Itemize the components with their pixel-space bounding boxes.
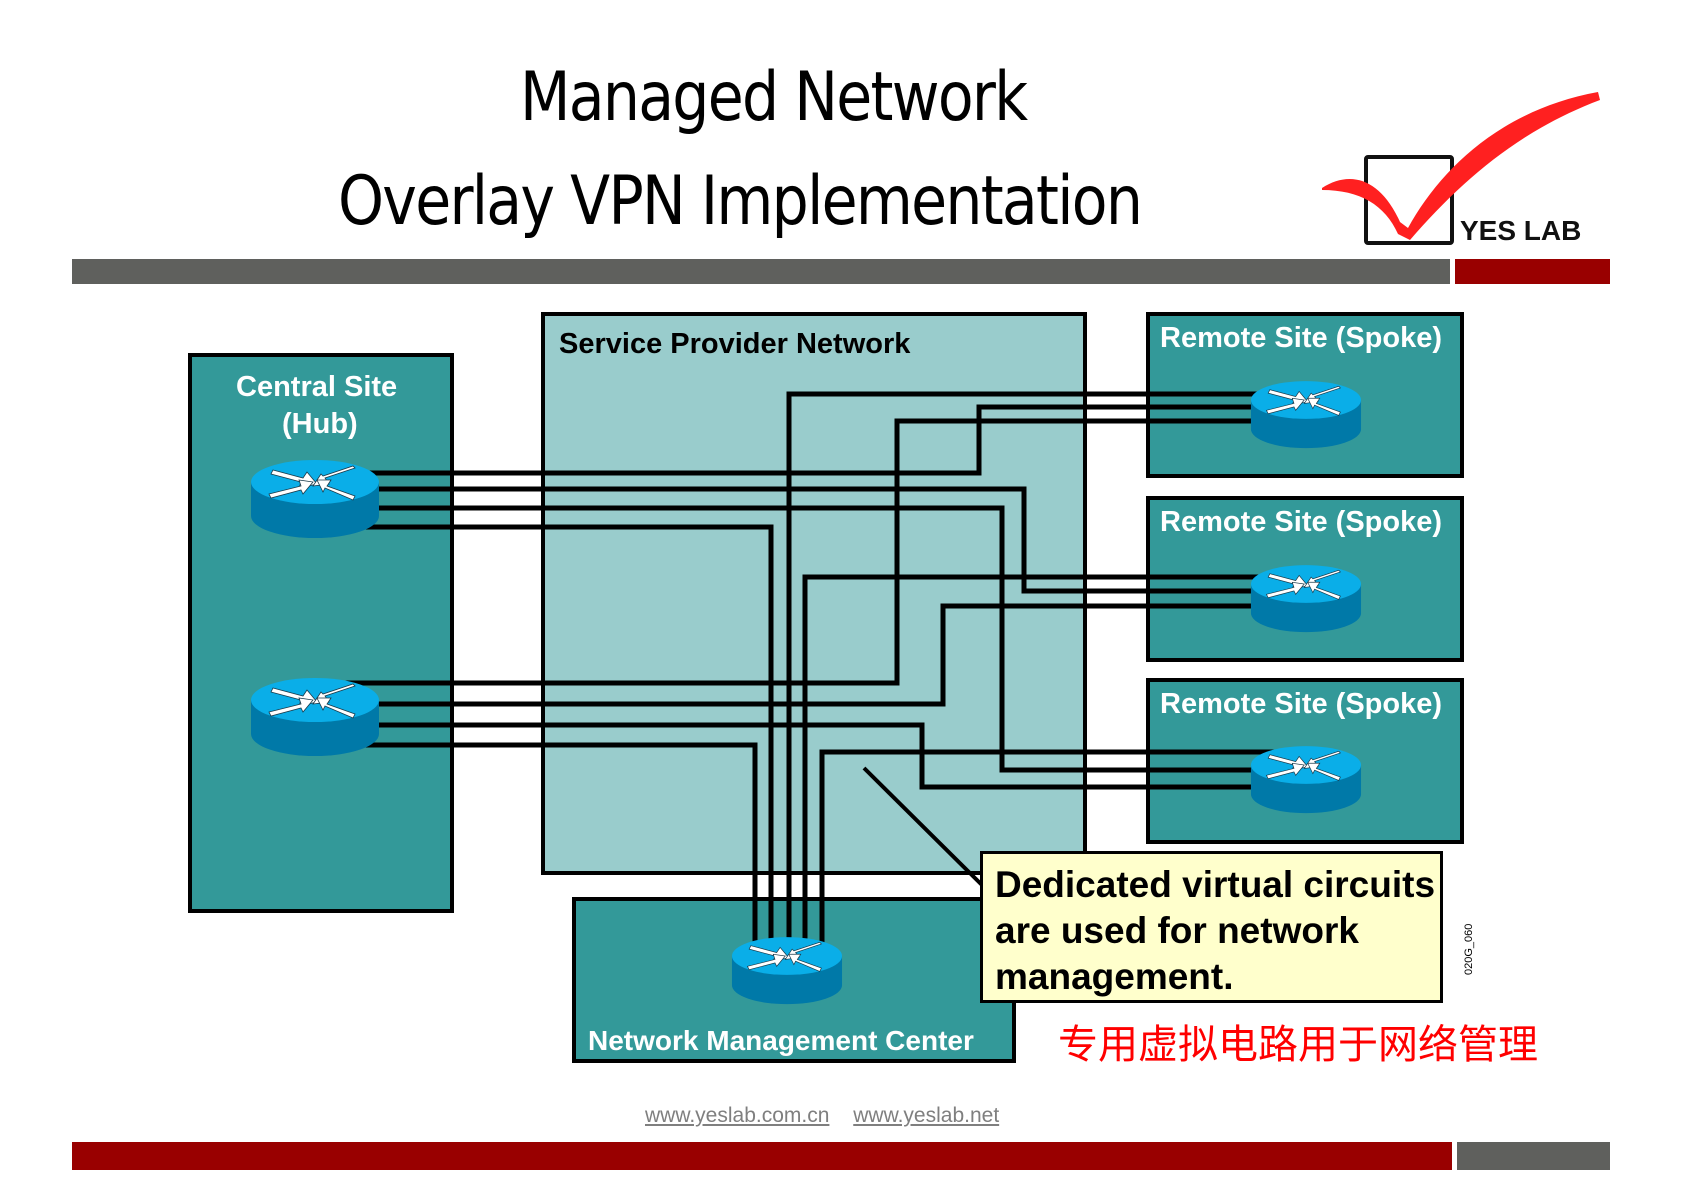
hub-router-2-icon (250, 677, 380, 757)
footer-link-cn[interactable]: www.yeslab.com.cn (645, 1104, 829, 1127)
spoke1-router-icon (1250, 380, 1362, 449)
callout-text: Dedicated virtual circuits are used for … (995, 862, 1435, 1000)
callout-line3: management. (995, 956, 1234, 997)
callout-line1: Dedicated virtual circuits (995, 864, 1436, 905)
circuit-hub2-spoke3 (375, 722, 1290, 790)
circuit-hub2-spoke2 (375, 603, 1290, 707)
spoke2-router-icon (1250, 564, 1362, 633)
spoke3-router-icon (1250, 745, 1362, 814)
circuit-hub2-spoke1 (345, 418, 1290, 686)
nmc-router-icon (731, 936, 843, 1005)
hub-router-1-icon (250, 459, 380, 539)
footer-divider-gray (1457, 1142, 1610, 1170)
footer-divider-red (72, 1142, 1452, 1170)
chinese-translation: 专用虚拟电路用于网络管理 (1058, 1022, 1538, 1068)
circuit-hub1-spoke3 (375, 505, 1290, 773)
figure-code: 020G_060 (1463, 923, 1475, 975)
callout-line2: are used for network (995, 910, 1359, 951)
callout-box: Dedicated virtual circuits are used for … (980, 851, 1443, 1003)
circuit-hub2-nmc (345, 742, 758, 945)
circuit-hub1-spoke1 (345, 404, 1290, 476)
circuit-hub1-nmc (345, 524, 774, 945)
footer-links: www.yeslab.com.cn www.yeslab.net (645, 1104, 1017, 1128)
footer-link-net[interactable]: www.yeslab.net (853, 1104, 999, 1127)
